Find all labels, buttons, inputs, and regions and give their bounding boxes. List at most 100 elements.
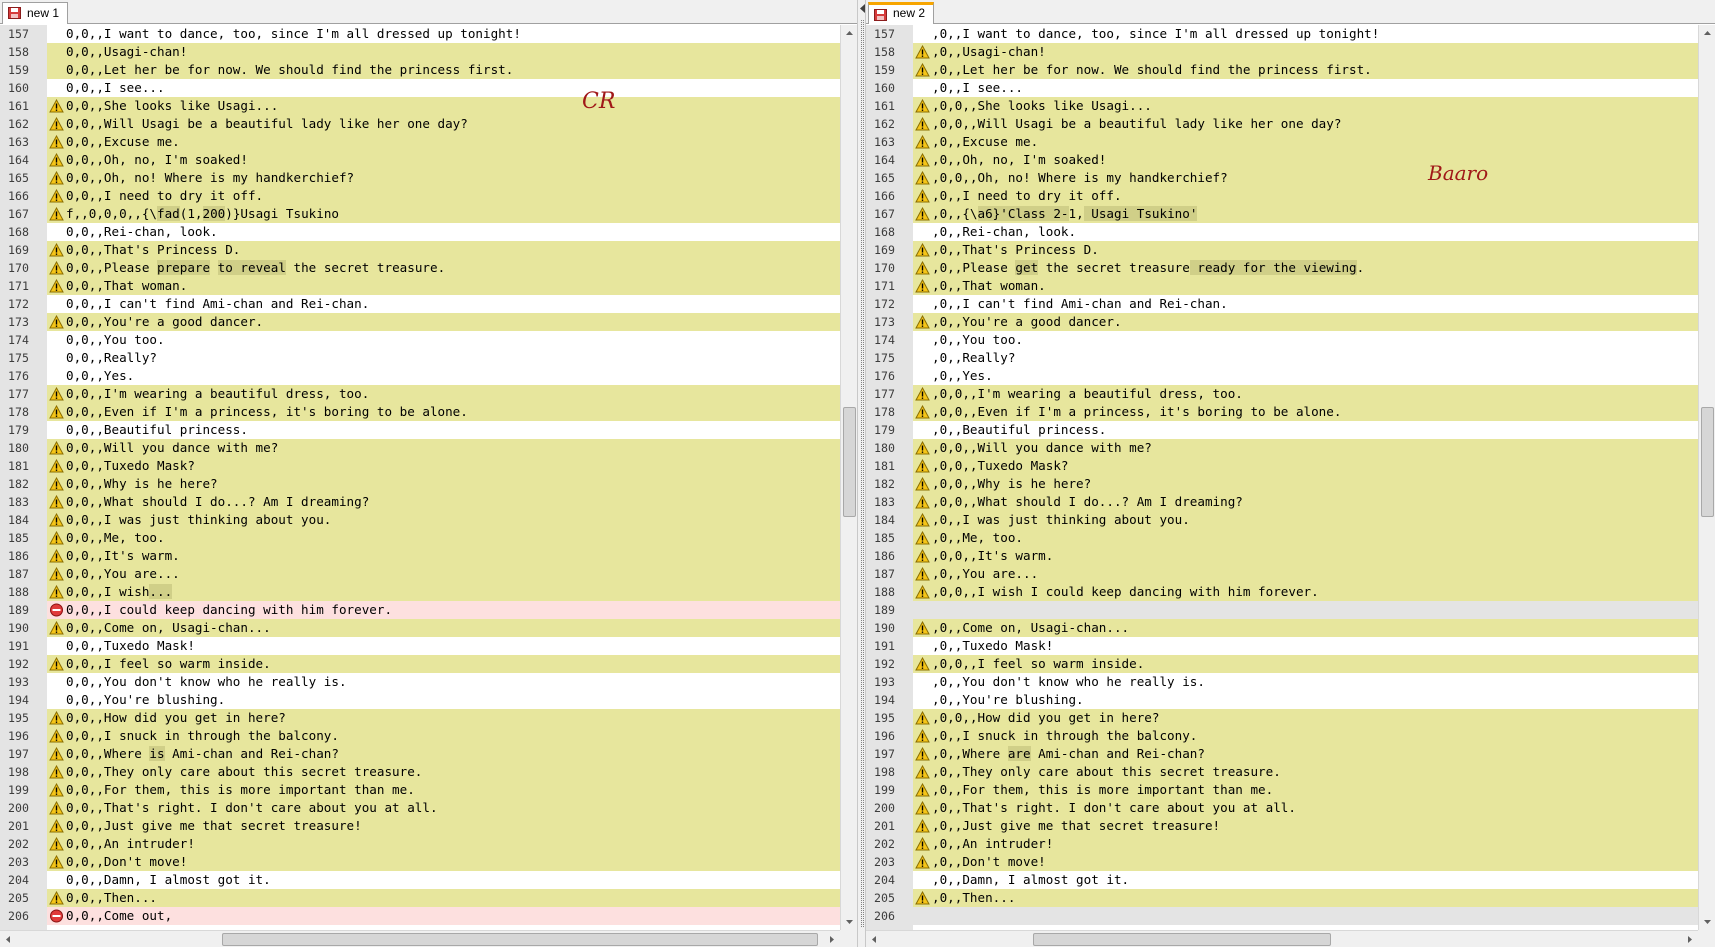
diff-line[interactable]: 162 0,0,,Will Usagi be a beautiful lady l… <box>0 115 840 133</box>
vertical-scroll-thumb[interactable] <box>843 407 856 517</box>
diff-line[interactable]: 169 ,0,,That's Princess D. <box>866 241 1698 259</box>
diff-line[interactable]: 159 0,0,,Let her be for now. We should fi… <box>0 61 840 79</box>
diff-line[interactable]: 201 ,0,,Just give me that secret treasure… <box>866 817 1698 835</box>
right-vertical-scrollbar[interactable] <box>1698 25 1715 930</box>
diff-line[interactable]: 172 0,0,,I can't find Ami-chan and Rei-ch… <box>0 295 840 313</box>
diff-line[interactable]: 160 ,0,,I see... <box>866 79 1698 97</box>
diff-line[interactable]: 200 ,0,,That's right. I don't care about … <box>866 799 1698 817</box>
diff-line[interactable]: 180 0,0,,Will you dance with me? <box>0 439 840 457</box>
diff-line[interactable]: 199 ,0,,For them, this is more important … <box>866 781 1698 799</box>
diff-line[interactable]: 178 0,0,,Even if I'm a princess, it's bor… <box>0 403 840 421</box>
diff-line[interactable]: 173 ,0,,You're a good dancer. <box>866 313 1698 331</box>
diff-line[interactable]: 194 ,0,,You're blushing. <box>866 691 1698 709</box>
scroll-down-icon[interactable] <box>1699 913 1715 930</box>
diff-line[interactable]: 204 ,0,,Damn, I almost got it. <box>866 871 1698 889</box>
diff-line[interactable]: 166 ,0,,I need to dry it off. <box>866 187 1698 205</box>
diff-line[interactable]: 164 ,0,,Oh, no, I'm soaked! <box>866 151 1698 169</box>
diff-line[interactable]: 183 ,0,0,,What should I do...? Am I dream… <box>866 493 1698 511</box>
diff-line[interactable]: 180 ,0,0,,Will you dance with me? <box>866 439 1698 457</box>
diff-line[interactable]: 168 0,0,,Rei-chan, look. <box>0 223 840 241</box>
diff-line[interactable]: 171 ,0,,That woman. <box>866 277 1698 295</box>
right-horizontal-scrollbar[interactable] <box>866 930 1715 947</box>
diff-line[interactable]: 203 ,0,,Don't move! <box>866 853 1698 871</box>
diff-line[interactable]: 170 ,0,,Please get the secret treasure re… <box>866 259 1698 277</box>
diff-line[interactable]: 201 0,0,,Just give me that secret treasur… <box>0 817 840 835</box>
scroll-left-icon[interactable] <box>0 931 17 947</box>
diff-line[interactable]: 187 ,0,,You are... <box>866 565 1698 583</box>
diff-line[interactable]: 167 ,0,,{\a6}'Class 2-1, Usagi Tsukino' <box>866 205 1698 223</box>
diff-line[interactable]: 167 f,,0,0,0,,{\fad(1,200)}Usagi Tsukino <box>0 205 840 223</box>
scroll-right-icon[interactable] <box>823 931 840 947</box>
diff-line[interactable]: 202 ,0,,An intruder! <box>866 835 1698 853</box>
tab-new-2[interactable]: new 2 <box>868 2 935 24</box>
diff-line[interactable]: 196 ,0,,I snuck in through the balcony. <box>866 727 1698 745</box>
diff-line[interactable]: 186 ,0,0,,It's warm. <box>866 547 1698 565</box>
diff-line[interactable]: 160 0,0,,I see... <box>0 79 840 97</box>
diff-line[interactable]: 190 ,0,,Come on, Usagi-chan... <box>866 619 1698 637</box>
diff-line[interactable]: 157 ,0,,I want to dance, too, since I'm a… <box>866 25 1698 43</box>
diff-line[interactable]: 163 ,0,,Excuse me. <box>866 133 1698 151</box>
diff-line[interactable]: 202 0,0,,An intruder! <box>0 835 840 853</box>
diff-line[interactable]: 183 0,0,,What should I do...? Am I dreami… <box>0 493 840 511</box>
diff-line[interactable]: 177 ,0,0,,I'm wearing a beautiful dress, … <box>866 385 1698 403</box>
diff-line[interactable]: 178 ,0,0,,Even if I'm a princess, it's bo… <box>866 403 1698 421</box>
diff-line[interactable]: 173 0,0,,You're a good dancer. <box>0 313 840 331</box>
horizontal-scroll-thumb[interactable] <box>1033 933 1331 946</box>
diff-line[interactable]: 195 ,0,0,,How did you get in here? <box>866 709 1698 727</box>
diff-line[interactable]: 176 0,0,,Yes. <box>0 367 840 385</box>
left-horizontal-scrollbar[interactable] <box>0 930 857 947</box>
diff-line[interactable]: 165 0,0,,Oh, no! Where is my handkerchief… <box>0 169 840 187</box>
diff-line[interactable]: 191 ,0,,Tuxedo Mask! <box>866 637 1698 655</box>
vertical-scroll-thumb[interactable] <box>1701 407 1714 517</box>
diff-line[interactable]: 176 ,0,,Yes. <box>866 367 1698 385</box>
diff-line[interactable]: 168 ,0,,Rei-chan, look. <box>866 223 1698 241</box>
left-vertical-scrollbar[interactable] <box>840 25 857 930</box>
scroll-up-icon[interactable] <box>841 25 858 42</box>
diff-line[interactable]: 198 0,0,,They only care about this secret… <box>0 763 840 781</box>
diff-line[interactable]: 205 0,0,,Then... <box>0 889 840 907</box>
scroll-right-icon[interactable] <box>1681 931 1698 947</box>
diff-line[interactable]: 182 ,0,0,,Why is he here? <box>866 475 1698 493</box>
diff-line[interactable]: 200 0,0,,That's right. I don't care about… <box>0 799 840 817</box>
diff-line[interactable]: 179 ,0,,Beautiful princess. <box>866 421 1698 439</box>
diff-line[interactable]: 169 0,0,,That's Princess D. <box>0 241 840 259</box>
diff-line[interactable]: 197 0,0,,Where is Ami-chan and Rei-chan? <box>0 745 840 763</box>
diff-line[interactable]: 189 <box>866 601 1698 619</box>
diff-line[interactable]: 184 ,0,,I was just thinking about you. <box>866 511 1698 529</box>
diff-line[interactable]: 181 ,0,0,,Tuxedo Mask? <box>866 457 1698 475</box>
diff-line[interactable]: 181 0,0,,Tuxedo Mask? <box>0 457 840 475</box>
diff-line[interactable]: 163 0,0,,Excuse me. <box>0 133 840 151</box>
scroll-down-icon[interactable] <box>841 913 858 930</box>
diff-line[interactable]: 188 ,0,0,,I wish I could keep dancing wit… <box>866 583 1698 601</box>
right-text-area[interactable]: 157 ,0,,I want to dance, too, since I'm a… <box>866 25 1698 930</box>
diff-line[interactable]: 196 0,0,,I snuck in through the balcony. <box>0 727 840 745</box>
diff-line[interactable]: 186 0,0,,It's warm. <box>0 547 840 565</box>
diff-line[interactable]: 193 ,0,,You don't know who he really is. <box>866 673 1698 691</box>
diff-line[interactable]: 182 0,0,,Why is he here? <box>0 475 840 493</box>
diff-line[interactable]: 161 ,0,0,,She looks like Usagi... <box>866 97 1698 115</box>
diff-line[interactable]: 198 ,0,,They only care about this secret … <box>866 763 1698 781</box>
diff-line[interactable]: 157 0,0,,I want to dance, too, since I'm … <box>0 25 840 43</box>
diff-line[interactable]: 188 0,0,,I wish... <box>0 583 840 601</box>
diff-line[interactable]: 179 0,0,,Beautiful princess. <box>0 421 840 439</box>
splitter-arrow-icon[interactable] <box>859 4 866 13</box>
left-text-area[interactable]: 157 0,0,,I want to dance, too, since I'm … <box>0 25 840 930</box>
diff-line[interactable]: 189 0,0,,I could keep dancing with him fo… <box>0 601 840 619</box>
diff-line[interactable]: 195 0,0,,How did you get in here? <box>0 709 840 727</box>
diff-line[interactable]: 166 0,0,,I need to dry it off. <box>0 187 840 205</box>
diff-line[interactable]: 175 0,0,,Really? <box>0 349 840 367</box>
diff-line[interactable]: 194 0,0,,You're blushing. <box>0 691 840 709</box>
diff-line[interactable]: 164 0,0,,Oh, no, I'm soaked! <box>0 151 840 169</box>
diff-line[interactable]: 175 ,0,,Really? <box>866 349 1698 367</box>
diff-line[interactable]: 203 0,0,,Don't move! <box>0 853 840 871</box>
pane-splitter[interactable] <box>857 0 866 947</box>
diff-line[interactable]: 205 ,0,,Then... <box>866 889 1698 907</box>
diff-line[interactable]: 165 ,0,0,,Oh, no! Where is my handkerchie… <box>866 169 1698 187</box>
diff-line[interactable]: 174 ,0,,You too. <box>866 331 1698 349</box>
diff-line[interactable]: 197 ,0,,Where are Ami-chan and Rei-chan? <box>866 745 1698 763</box>
diff-line[interactable]: 192 ,0,0,,I feel so warm inside. <box>866 655 1698 673</box>
diff-line[interactable]: 171 0,0,,That woman. <box>0 277 840 295</box>
diff-line[interactable]: 185 0,0,,Me, too. <box>0 529 840 547</box>
diff-line[interactable]: 191 0,0,,Tuxedo Mask! <box>0 637 840 655</box>
tab-new-1[interactable]: new 1 <box>2 2 69 24</box>
